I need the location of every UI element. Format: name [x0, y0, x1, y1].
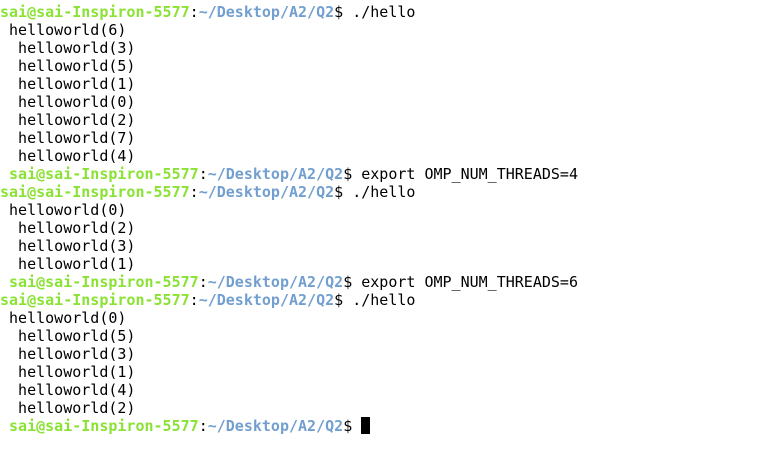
- prompt-user: sai@sai-Inspiron-5577: [0, 183, 190, 201]
- output-line: helloworld(1): [0, 75, 136, 93]
- prompt-indent: [0, 417, 9, 435]
- prompt-colon: :: [198, 417, 208, 435]
- prompt-path: ~/Desktop/A2/Q2: [198, 291, 335, 309]
- prompt-line: sai@sai-Inspiron-5577:~/Desktop/A2/Q2$: [0, 417, 780, 435]
- prompt-path: ~/Desktop/A2/Q2: [207, 417, 344, 435]
- output-line: helloworld(0): [0, 309, 127, 327]
- prompt-line: sai@sai-Inspiron-5577:~/Desktop/A2/Q2$ e…: [0, 273, 780, 291]
- output-line: helloworld(1): [0, 363, 136, 381]
- prompt-user: sai@sai-Inspiron-5577: [0, 291, 190, 309]
- prompt-user: sai@sai-Inspiron-5577: [9, 417, 199, 435]
- prompt-line: sai@sai-Inspiron-5577:~/Desktop/A2/Q2$ .…: [0, 291, 780, 309]
- command-text: export OMP_NUM_THREADS=4: [352, 165, 578, 183]
- output-line: helloworld(3): [0, 237, 136, 255]
- prompt-path: ~/Desktop/A2/Q2: [198, 183, 335, 201]
- output-line: helloworld(2): [0, 399, 136, 417]
- prompt-dollar: $: [334, 3, 344, 21]
- prompt-user: sai@sai-Inspiron-5577: [9, 165, 199, 183]
- prompt-dollar: $: [343, 273, 353, 291]
- command-text: ./hello: [343, 3, 416, 21]
- command-text: ./hello: [343, 183, 416, 201]
- prompt-dollar: $: [334, 291, 344, 309]
- command-text: [352, 417, 361, 435]
- prompt-path: ~/Desktop/A2/Q2: [198, 3, 335, 21]
- prompt-path: ~/Desktop/A2/Q2: [207, 273, 344, 291]
- prompt-indent: [0, 273, 9, 291]
- prompt-dollar: $: [334, 183, 344, 201]
- text-cursor[interactable]: [361, 417, 371, 434]
- output-line: helloworld(3): [0, 39, 136, 57]
- prompt-dollar: $: [343, 165, 353, 183]
- prompt-colon: :: [189, 183, 199, 201]
- prompt-colon: :: [189, 291, 199, 309]
- output-line: helloworld(7): [0, 129, 136, 147]
- command-text: ./hello: [343, 291, 416, 309]
- output-line: helloworld(5): [0, 327, 136, 345]
- output-line: helloworld(2): [0, 111, 136, 129]
- output-line: helloworld(5): [0, 57, 136, 75]
- prompt-path: ~/Desktop/A2/Q2: [207, 165, 344, 183]
- prompt-colon: :: [198, 273, 208, 291]
- command-text: export OMP_NUM_THREADS=6: [352, 273, 578, 291]
- prompt-indent: [0, 165, 9, 183]
- prompt-line: sai@sai-Inspiron-5577:~/Desktop/A2/Q2$ .…: [0, 183, 780, 201]
- output-line: helloworld(0): [0, 201, 127, 219]
- prompt-dollar: $: [343, 417, 353, 435]
- output-line: helloworld(0): [0, 93, 136, 111]
- prompt-colon: :: [189, 3, 199, 21]
- prompt-line: sai@sai-Inspiron-5577:~/Desktop/A2/Q2$ e…: [0, 165, 780, 183]
- prompt-line: sai@sai-Inspiron-5577:~/Desktop/A2/Q2$ .…: [0, 3, 780, 21]
- output-line: helloworld(6): [0, 21, 127, 39]
- output-line: helloworld(4): [0, 381, 136, 399]
- terminal-window[interactable]: sai@sai-Inspiron-5577:~/Desktop/A2/Q2$ .…: [0, 0, 780, 451]
- output-line: helloworld(2): [0, 219, 136, 237]
- prompt-colon: :: [198, 165, 208, 183]
- prompt-user: sai@sai-Inspiron-5577: [0, 3, 190, 21]
- output-line: helloworld(4): [0, 147, 136, 165]
- prompt-user: sai@sai-Inspiron-5577: [9, 273, 199, 291]
- output-line: helloworld(3): [0, 345, 136, 363]
- output-line: helloworld(1): [0, 255, 136, 273]
